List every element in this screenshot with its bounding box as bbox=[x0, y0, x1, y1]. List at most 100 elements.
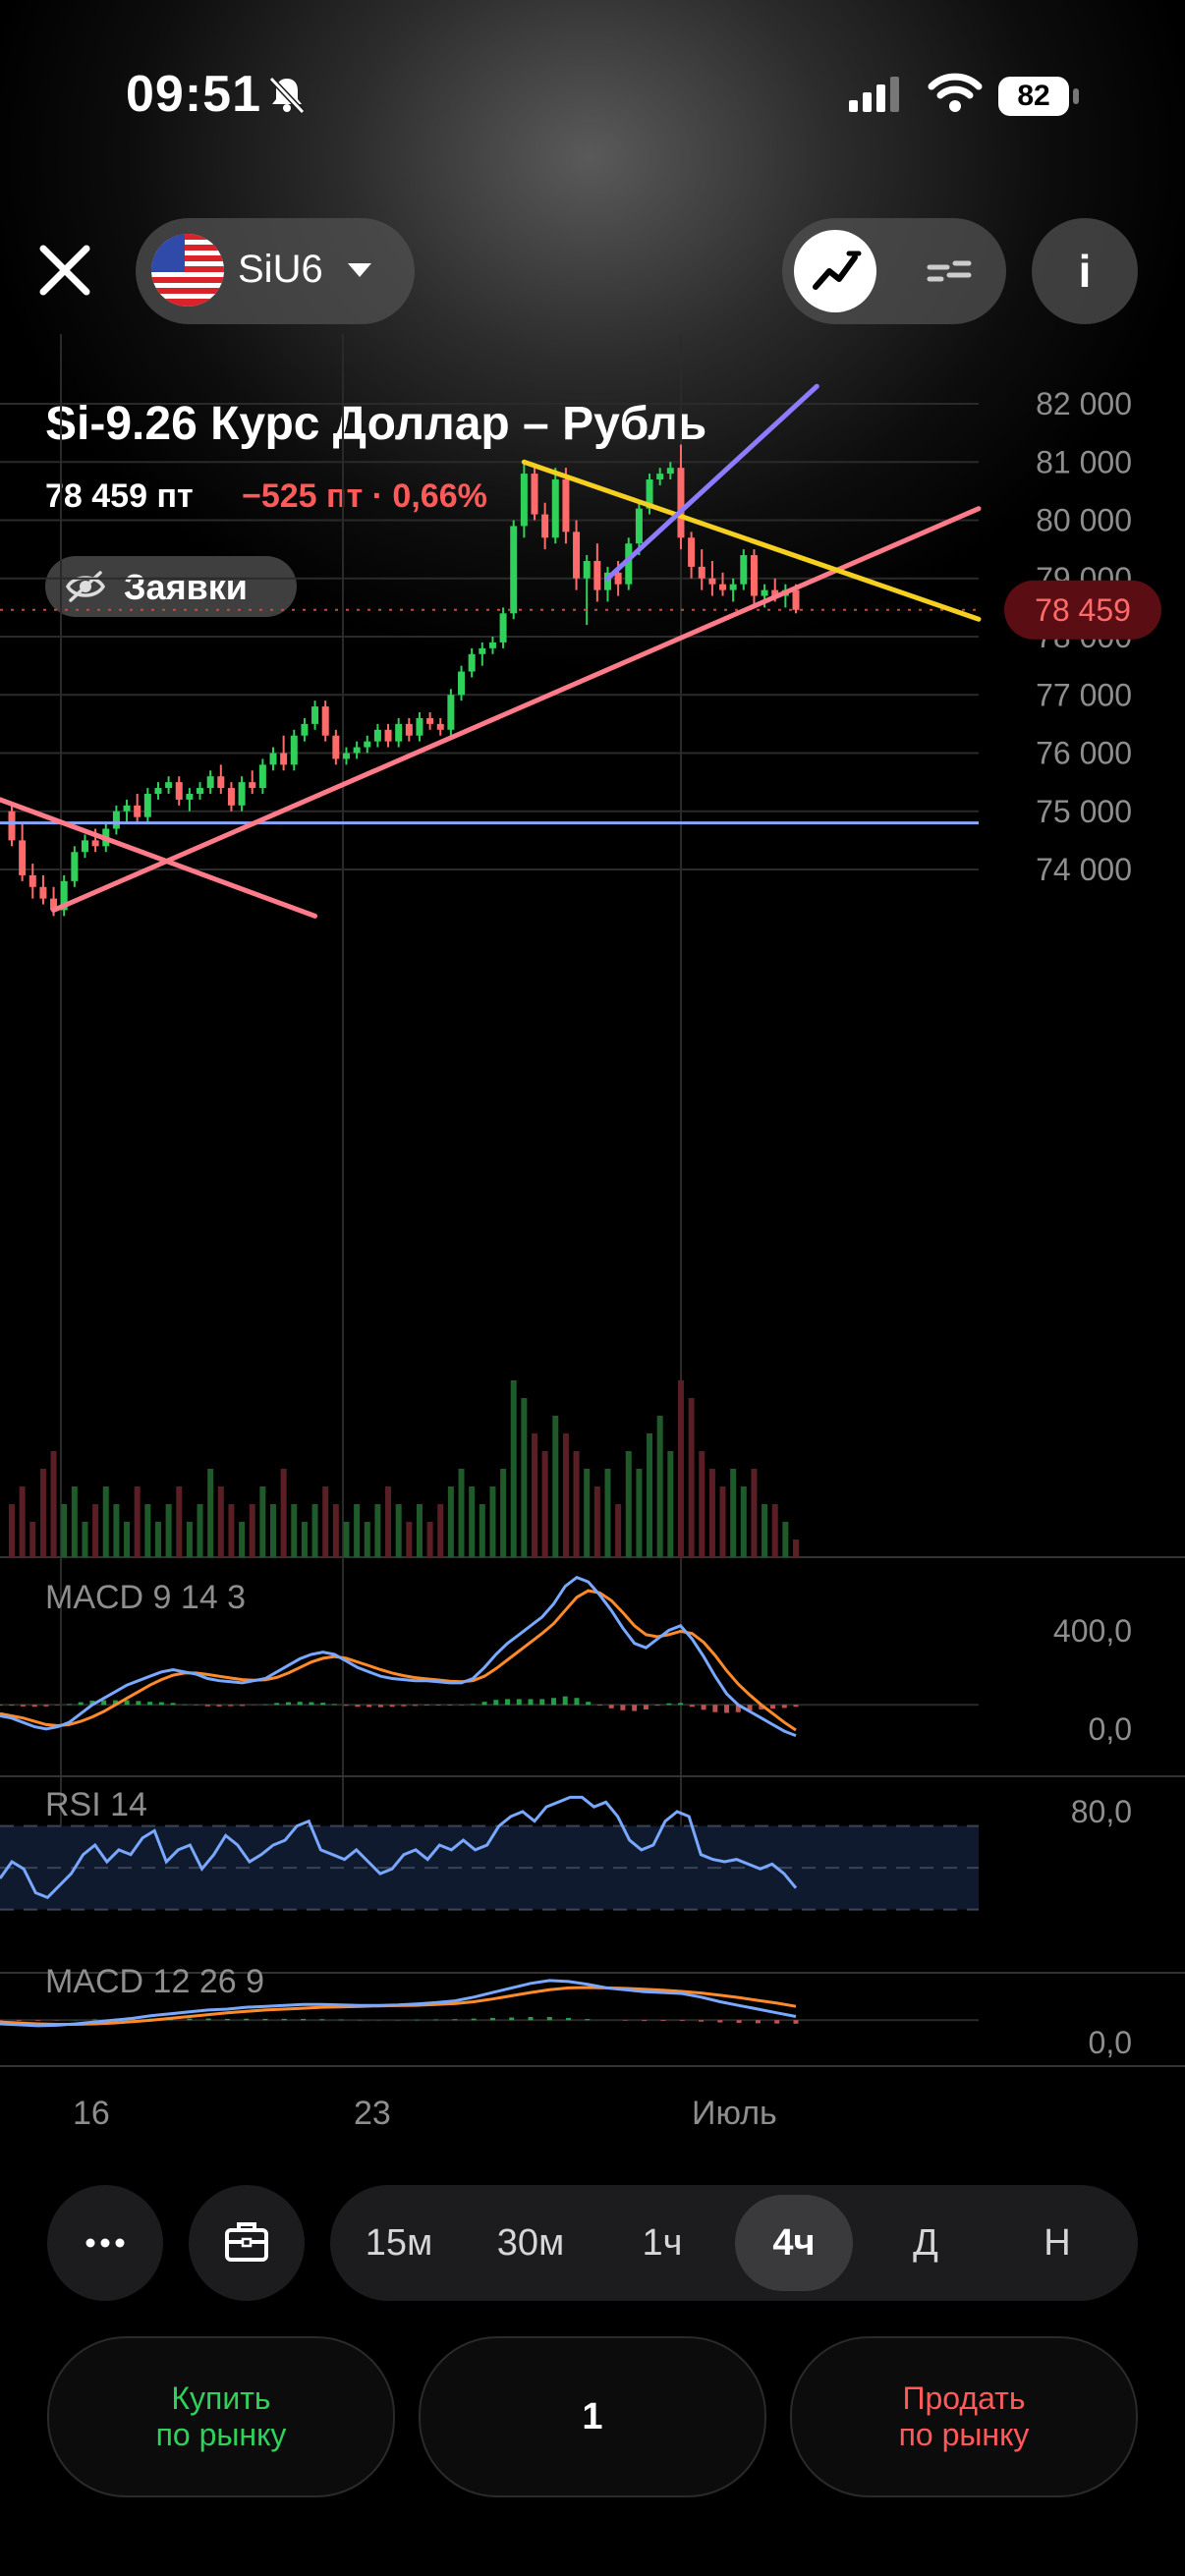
histogram-bar bbox=[170, 1703, 176, 1706]
volume-bar bbox=[636, 1469, 643, 1557]
volume-bar bbox=[124, 1522, 131, 1557]
volume-bar bbox=[751, 1469, 758, 1557]
info-button[interactable]: i bbox=[1032, 218, 1138, 324]
candle-body bbox=[290, 735, 298, 765]
price-chart[interactable]: 82 00081 00080 00079 00078 00077 00076 0… bbox=[0, 334, 1185, 2171]
histogram-bar bbox=[643, 1705, 649, 1709]
histogram-bar bbox=[620, 1705, 626, 1710]
candle-body bbox=[175, 782, 183, 800]
candle-body bbox=[593, 560, 601, 590]
candle-body bbox=[206, 776, 214, 789]
histogram-bar bbox=[355, 1705, 361, 1708]
timeframe-4[interactable]: 4ч bbox=[735, 2195, 853, 2291]
histogram-bar bbox=[66, 1704, 72, 1706]
histogram-bar bbox=[224, 2018, 230, 2021]
timeframe-6[interactable]: Н bbox=[998, 2185, 1116, 2301]
histogram-bar bbox=[320, 1703, 326, 1706]
histogram-bar bbox=[301, 2018, 307, 2021]
histogram-bar bbox=[566, 2017, 572, 2021]
candle-body bbox=[123, 805, 131, 812]
volume-bars bbox=[9, 1380, 799, 1557]
candle-body bbox=[134, 805, 141, 817]
volume-bar bbox=[625, 1451, 632, 1557]
volume-bar bbox=[113, 1504, 120, 1557]
drawing-mode-button[interactable] bbox=[908, 230, 990, 312]
histogram-bar bbox=[574, 1698, 580, 1706]
candle-body bbox=[479, 647, 486, 654]
candle-body bbox=[458, 671, 466, 696]
histogram-bar bbox=[228, 1705, 234, 1707]
buy-label-line2: по рынку bbox=[155, 2417, 287, 2452]
x-tick-label: 23 bbox=[354, 2095, 391, 2132]
histogram-bar bbox=[216, 1705, 222, 1707]
candle-body bbox=[258, 764, 266, 789]
volume-bar bbox=[708, 1469, 715, 1557]
volume-bar bbox=[677, 1380, 684, 1557]
ticker-selector[interactable]: SiU6 bbox=[136, 218, 415, 324]
volume-bar bbox=[593, 1486, 600, 1557]
histogram-bar bbox=[377, 1705, 383, 1708]
candle-body bbox=[238, 782, 246, 806]
histogram-bar bbox=[435, 1705, 441, 1706]
volume-bar bbox=[165, 1504, 172, 1557]
y-tick-label: 81 000 bbox=[1036, 444, 1132, 479]
timeframe-5[interactable]: Д bbox=[867, 2185, 985, 2301]
volume-bar bbox=[291, 1504, 298, 1557]
status-bar: 09:51 82 bbox=[0, 0, 1185, 196]
volume-bar bbox=[332, 1504, 339, 1557]
battery-icon: 82 bbox=[998, 77, 1069, 116]
histogram-bar bbox=[297, 1702, 303, 1706]
histogram-bar bbox=[770, 1705, 776, 1709]
histogram-bar bbox=[481, 1702, 487, 1706]
volume-bar bbox=[395, 1504, 402, 1557]
histogram-bar bbox=[736, 2020, 742, 2024]
histogram-bar bbox=[413, 1705, 419, 1707]
quantity-input[interactable]: 1 bbox=[419, 2336, 766, 2497]
x-axis-labels: 16 23 Июль bbox=[73, 2095, 777, 2132]
histogram-bar bbox=[596, 1705, 602, 1707]
more-button[interactable] bbox=[47, 2185, 163, 2301]
portfolio-button[interactable] bbox=[189, 2185, 305, 2301]
histogram-bar bbox=[642, 2020, 648, 2022]
histogram-bar bbox=[20, 1705, 26, 1707]
candle-body bbox=[353, 747, 361, 754]
dashed-lines-icon bbox=[927, 260, 972, 282]
timeframe-3[interactable]: 1ч bbox=[603, 2185, 721, 2301]
histogram-bar bbox=[679, 2020, 685, 2021]
histogram-bar bbox=[244, 2018, 250, 2021]
buy-market-button[interactable]: Купить по рынку bbox=[47, 2336, 395, 2497]
histogram-bar bbox=[717, 2020, 723, 2023]
histogram-bar bbox=[447, 1705, 453, 1706]
candle-body bbox=[698, 566, 705, 579]
volume-bar bbox=[144, 1504, 151, 1557]
candle-body bbox=[91, 840, 99, 847]
candle-body bbox=[143, 793, 151, 817]
candle-body bbox=[81, 840, 88, 853]
close-icon[interactable] bbox=[33, 239, 96, 302]
line-chart-mode-button[interactable] bbox=[794, 230, 876, 312]
chevron-down-icon bbox=[348, 263, 371, 277]
volume-bar bbox=[301, 1522, 308, 1557]
volume-bar bbox=[50, 1451, 57, 1557]
candle-body bbox=[416, 717, 423, 736]
volume-bar bbox=[92, 1504, 99, 1557]
timeframe-1[interactable]: 15м bbox=[340, 2185, 458, 2301]
candle-body bbox=[39, 886, 47, 899]
x-tick-label: 16 bbox=[73, 2095, 110, 2132]
volume-bar bbox=[71, 1486, 78, 1557]
histogram-bar bbox=[285, 1702, 291, 1706]
indicator-label: RSI 14 bbox=[45, 1786, 147, 1823]
volume-bar bbox=[437, 1504, 444, 1557]
sell-market-button[interactable]: Продать по рынку bbox=[790, 2336, 1138, 2497]
histogram-bar bbox=[78, 1702, 84, 1706]
candle-body bbox=[405, 723, 413, 736]
candle-body bbox=[729, 584, 737, 590]
candle-body bbox=[301, 723, 309, 736]
volume-bar bbox=[740, 1486, 747, 1557]
histogram-bar bbox=[389, 1705, 395, 1708]
histogram-bar bbox=[516, 1699, 522, 1706]
candle-body bbox=[583, 560, 591, 579]
indicators: MACD 9 14 3 400,0 0,0 RSI 14 80,0 MACD 12 26 … bbox=[0, 1575, 1132, 2060]
timeframe-bar: 15м 30м 1ч 4ч Д Н bbox=[0, 2171, 1185, 2309]
timeframe-2[interactable]: 30м bbox=[472, 2185, 590, 2301]
